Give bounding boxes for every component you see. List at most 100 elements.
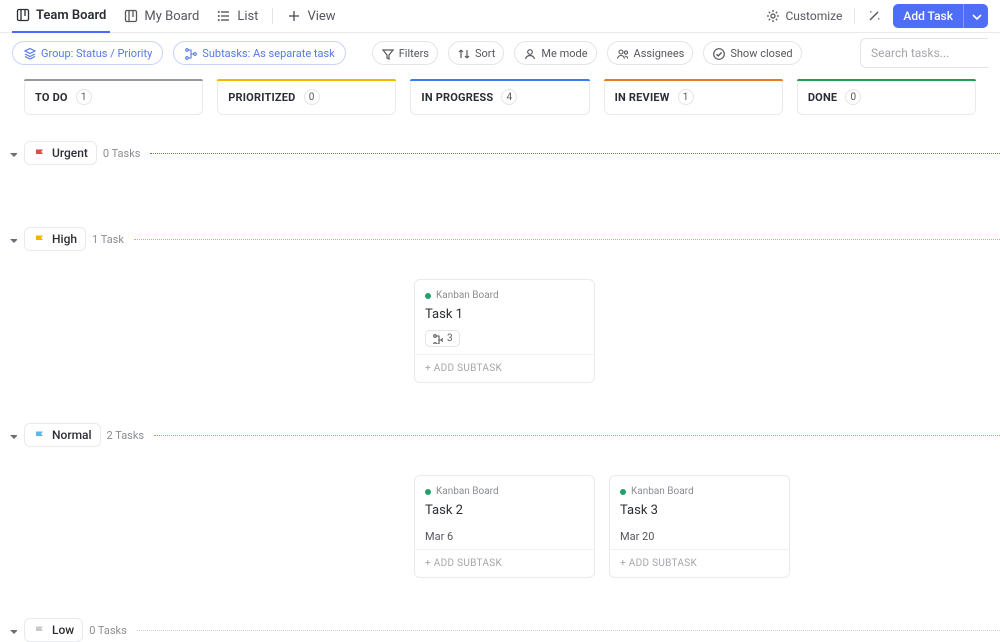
column-name: IN REVIEW [615, 91, 670, 104]
view-tabs: Team Board My Board List View Customize … [0, 0, 1000, 33]
card-title: Task 1 [425, 307, 584, 322]
column-name: IN PROGRESS [421, 91, 493, 104]
tab-label: Team Board [36, 8, 106, 23]
add-task-button[interactable]: Add Task [893, 4, 963, 28]
sort-button[interactable]: Sort [448, 41, 504, 65]
plus-icon [287, 9, 301, 23]
me-label: Me mode [541, 47, 587, 60]
search-input[interactable] [860, 38, 988, 68]
filters-button[interactable]: Filters [372, 41, 438, 65]
card-date: Mar 20 [620, 530, 779, 543]
group-pill[interactable]: Group: Status / Priority [12, 41, 163, 65]
group-normal: Normal 2 Tasks [0, 383, 1000, 447]
group-urgent: Urgent 0 Tasks [0, 115, 1000, 165]
collapse-toggle[interactable] [6, 625, 18, 635]
column-prioritized[interactable]: PRIORITIZED 0 [217, 79, 396, 115]
task-count: 0 Tasks [89, 624, 127, 637]
add-task-button-group: Add Task [893, 4, 988, 28]
add-subtask-button[interactable]: + ADD SUBTASK [610, 549, 789, 577]
status-dot-icon [425, 489, 431, 495]
tab-add-view[interactable]: View [283, 0, 339, 33]
column-color [217, 79, 396, 81]
priority-label: Normal [52, 428, 92, 442]
task-card[interactable]: Kanban Board Task 3 Mar 20 + ADD SUBTASK [609, 475, 790, 578]
tab-team-board[interactable]: Team Board [12, 0, 110, 33]
sort-icon [457, 47, 470, 60]
subtasks-label: Subtasks: As separate task [202, 47, 334, 60]
subtask-count: 3 [447, 333, 453, 344]
flag-icon [33, 624, 46, 637]
card-project: Kanban Board [425, 290, 584, 301]
group-divider [150, 153, 1000, 154]
priority-label: Urgent [52, 146, 88, 160]
layers-icon [23, 47, 36, 60]
collapse-toggle[interactable] [6, 148, 18, 158]
task-card[interactable]: Kanban Board Task 2 Mar 6 + ADD SUBTASK [414, 475, 595, 578]
add-subtask-button[interactable]: + ADD SUBTASK [415, 354, 594, 382]
me-mode-button[interactable]: Me mode [514, 41, 596, 65]
tab-label: View [307, 9, 335, 24]
column-in-progress[interactable]: IN PROGRESS 4 [410, 79, 589, 115]
column-headers: TO DO 1 PRIORITIZED 0 IN PROGRESS 4 IN R… [0, 73, 1000, 115]
task-card[interactable]: Kanban Board Task 1 3 + ADD SUBTASK [414, 279, 595, 383]
tab-my-board[interactable]: My Board [120, 0, 203, 33]
column-count: 0 [304, 89, 320, 105]
status-dot-icon [620, 489, 626, 495]
automation-button[interactable] [867, 9, 881, 23]
customize-label: Customize [785, 9, 842, 23]
project-name: Kanban Board [436, 486, 499, 497]
flag-icon [33, 429, 46, 442]
priority-urgent[interactable]: Urgent [24, 141, 97, 165]
tab-label: List [237, 9, 258, 24]
tree-icon [432, 333, 443, 344]
add-subtask-button[interactable]: + ADD SUBTASK [415, 549, 594, 577]
column-color [24, 79, 203, 81]
column-count: 1 [678, 89, 694, 105]
assignees-label: Assignees [634, 47, 685, 60]
priority-high[interactable]: High [24, 227, 86, 251]
board-icon [16, 8, 30, 22]
flag-icon [33, 233, 46, 246]
customize-button[interactable]: Customize [766, 9, 842, 23]
show-closed-button[interactable]: Show closed [703, 41, 801, 65]
project-name: Kanban Board [436, 290, 499, 301]
task-count: 1 Task [92, 233, 124, 246]
subtasks-pill[interactable]: Subtasks: As separate task [173, 41, 345, 65]
subtask-count-chip[interactable]: 3 [425, 330, 460, 347]
project-name: Kanban Board [631, 486, 694, 497]
group-divider [134, 239, 1000, 240]
add-task-dropdown[interactable] [963, 4, 988, 28]
task-count: 0 Tasks [103, 147, 141, 160]
group-label: Group: Status / Priority [41, 47, 152, 60]
cards-row-normal: Kanban Board Task 2 Mar 6 + ADD SUBTASK … [0, 447, 1000, 578]
add-task-label: Add Task [903, 9, 953, 23]
column-name: DONE [808, 91, 837, 104]
wand-icon [867, 9, 881, 23]
group-high: High 1 Task [0, 165, 1000, 251]
filters-label: Filters [399, 47, 429, 60]
column-color [604, 79, 783, 81]
assignees-button[interactable]: Assignees [607, 41, 694, 65]
priority-low[interactable]: Low [24, 618, 83, 642]
cards-row-high: Kanban Board Task 1 3 + ADD SUBTASK [0, 251, 1000, 383]
tab-list[interactable]: List [213, 0, 262, 33]
divider [854, 8, 855, 24]
board-icon [124, 9, 138, 23]
card-date: Mar 6 [425, 530, 584, 543]
column-count: 1 [76, 89, 92, 105]
flag-icon [33, 147, 46, 160]
list-icon [217, 9, 231, 23]
card-project: Kanban Board [620, 486, 779, 497]
priority-normal[interactable]: Normal [24, 423, 101, 447]
collapse-toggle[interactable] [6, 430, 18, 440]
column-todo[interactable]: TO DO 1 [24, 79, 203, 115]
task-count: 2 Tasks [107, 429, 145, 442]
users-icon [616, 47, 629, 60]
column-in-review[interactable]: IN REVIEW 1 [604, 79, 783, 115]
column-done[interactable]: DONE 0 [797, 79, 976, 115]
column-color [410, 79, 589, 81]
sort-label: Sort [475, 47, 495, 60]
column-count: 4 [501, 89, 517, 105]
collapse-toggle[interactable] [6, 234, 18, 244]
status-dot-icon [425, 293, 431, 299]
